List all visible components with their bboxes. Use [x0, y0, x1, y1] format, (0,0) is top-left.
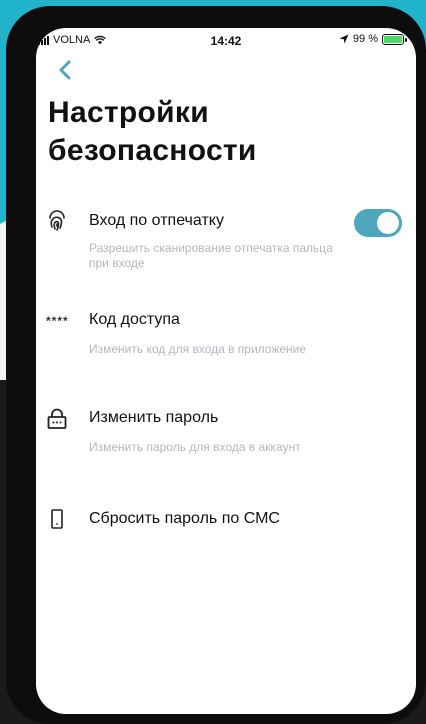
page-title-line2: безопасности	[48, 134, 257, 167]
setting-fingerprint[interactable]: Вход по отпечатку Разрешить сканирование…	[36, 206, 416, 276]
setting-reset-sms-title: Сбросить пароль по СМС	[89, 510, 280, 527]
battery-percent: 99 %	[352, 33, 378, 45]
back-button[interactable]	[54, 58, 78, 82]
setting-change-password-desc: Изменить пароль для входа в аккаунт	[89, 440, 301, 454]
page-title: Настройки безопасности	[48, 94, 388, 170]
fingerprint-toggle[interactable]	[354, 209, 402, 237]
page-title-line1: Настройки	[48, 96, 209, 129]
pin-code-icon: ****	[46, 314, 69, 328]
status-right: 99 %	[339, 33, 407, 45]
setting-fingerprint-desc: Разрешить сканирование отпечатка пальца …	[89, 241, 333, 270]
status-bar: VOLNA 14:42 99 %	[36, 28, 416, 54]
setting-change-password-title: Изменить пароль	[89, 409, 219, 426]
setting-access-code[interactable]: **** Код доступа Изменить код для входа …	[36, 308, 416, 368]
phone-icon	[51, 509, 63, 529]
lock-icon	[47, 408, 67, 429]
setting-reset-sms[interactable]: Сбросить пароль по СМС	[36, 506, 416, 546]
location-arrow-icon	[339, 34, 349, 44]
toggle-knob	[377, 212, 399, 234]
battery-icon	[382, 33, 407, 45]
setting-access-code-desc: Изменить код для входа в приложение	[89, 342, 307, 356]
phone-frame: VOLNA 14:42 99 % Настройки безопасности …	[6, 6, 426, 724]
screen: VOLNA 14:42 99 % Настройки безопасности …	[36, 28, 416, 714]
setting-fingerprint-title: Вход по отпечатку	[89, 212, 224, 229]
fingerprint-icon	[49, 210, 65, 231]
setting-access-code-title: Код доступа	[89, 311, 180, 328]
battery-fill	[384, 35, 402, 43]
setting-change-password[interactable]: Изменить пароль Изменить пароль для вход…	[36, 406, 416, 466]
